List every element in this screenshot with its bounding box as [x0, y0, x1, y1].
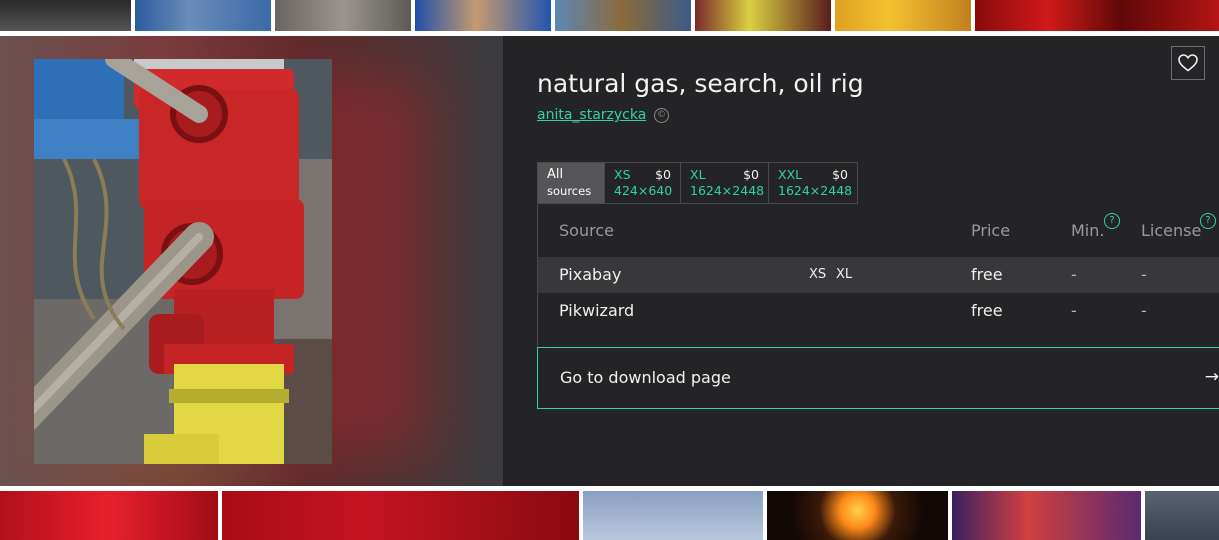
header-min: Min. — [1071, 221, 1105, 240]
tab-price: $0 — [832, 167, 848, 182]
tab-price: $0 — [655, 167, 671, 182]
row-source: Pikwizard — [559, 301, 635, 320]
tab-dimensions: 1624×2448 — [778, 183, 853, 198]
tab-all-label: All — [547, 167, 564, 182]
header-source: Source — [559, 221, 614, 240]
tab-price: $0 — [743, 167, 759, 182]
download-page-button[interactable]: Go to download page → — [537, 347, 1219, 409]
tab-size-label: XL — [690, 167, 706, 182]
row-min: - — [1071, 265, 1077, 284]
image-title: natural gas, search, oil rig — [537, 69, 864, 98]
tab-size-label: XXL — [778, 167, 803, 182]
download-label: Go to download page — [560, 368, 731, 387]
table-row[interactable]: Pikwizard free - - — [538, 293, 1219, 329]
thumbnail[interactable] — [952, 491, 1141, 540]
row-price: free — [971, 265, 1003, 284]
preview-background — [0, 36, 503, 486]
row-size: XL — [836, 267, 853, 282]
tab-all-sources[interactable]: All sources — [537, 162, 605, 204]
tab-sources-label: sources — [547, 184, 592, 198]
row-license: - — [1141, 265, 1147, 284]
help-icon[interactable]: ? — [1200, 213, 1216, 229]
header-license: License — [1141, 221, 1202, 240]
thumbnail[interactable] — [583, 491, 763, 540]
thumbnail[interactable] — [1145, 491, 1219, 540]
row-source: Pixabay — [559, 265, 622, 284]
thumbnail[interactable] — [135, 0, 271, 31]
thumbnail[interactable] — [222, 491, 579, 540]
author-link[interactable]: anita_starzycka — [537, 107, 646, 123]
row-price: free — [971, 301, 1003, 320]
tab-xxl[interactable]: XXL $0 1624×2448 — [769, 162, 858, 204]
tab-xs[interactable]: XS $0 424×640 — [605, 162, 681, 204]
thumbnail[interactable] — [555, 0, 691, 31]
heart-icon — [1178, 54, 1198, 72]
table-header: Source Price Min. ? License ? — [538, 204, 1219, 257]
thumbnail[interactable] — [695, 0, 831, 31]
tab-size-label: XS — [614, 167, 631, 182]
row-size: XS — [809, 267, 827, 282]
header-price: Price — [971, 221, 1011, 240]
thumbnail[interactable] — [767, 491, 948, 540]
thumbnail[interactable] — [0, 0, 131, 31]
sources-table: Source Price Min. ? License ? Pixabay XS… — [537, 204, 1219, 354]
help-icon[interactable]: ? — [1104, 213, 1120, 229]
tab-xl[interactable]: XL $0 1624×2448 — [681, 162, 769, 204]
thumbnail[interactable] — [275, 0, 411, 31]
preview-panel: natural gas, search, oil rig anita_starz… — [0, 36, 1219, 486]
row-license: - — [1141, 301, 1147, 320]
copyright-icon: © — [654, 108, 669, 123]
thumbnail[interactable] — [975, 0, 1219, 31]
tab-dimensions: 424×640 — [614, 183, 673, 198]
size-tabs: All sources XS $0 424×640 XL $0 1624×2448 … — [537, 162, 858, 204]
image-info: natural gas, search, oil rig anita_starz… — [537, 36, 1219, 486]
row-min: - — [1071, 301, 1077, 320]
thumbnail[interactable] — [0, 491, 218, 540]
preview-image[interactable] — [34, 59, 332, 464]
thumbnail[interactable] — [415, 0, 551, 31]
thumbnail[interactable] — [835, 0, 971, 31]
tab-dimensions: 1624×2448 — [690, 183, 765, 198]
oil-rig-wellhead-image — [34, 59, 332, 464]
table-row[interactable]: Pixabay XS XL free - - — [538, 257, 1219, 293]
page: natural gas, search, oil rig anita_starz… — [0, 0, 1219, 540]
favorite-button[interactable] — [1171, 46, 1205, 80]
arrow-right-icon: → — [1204, 367, 1219, 387]
